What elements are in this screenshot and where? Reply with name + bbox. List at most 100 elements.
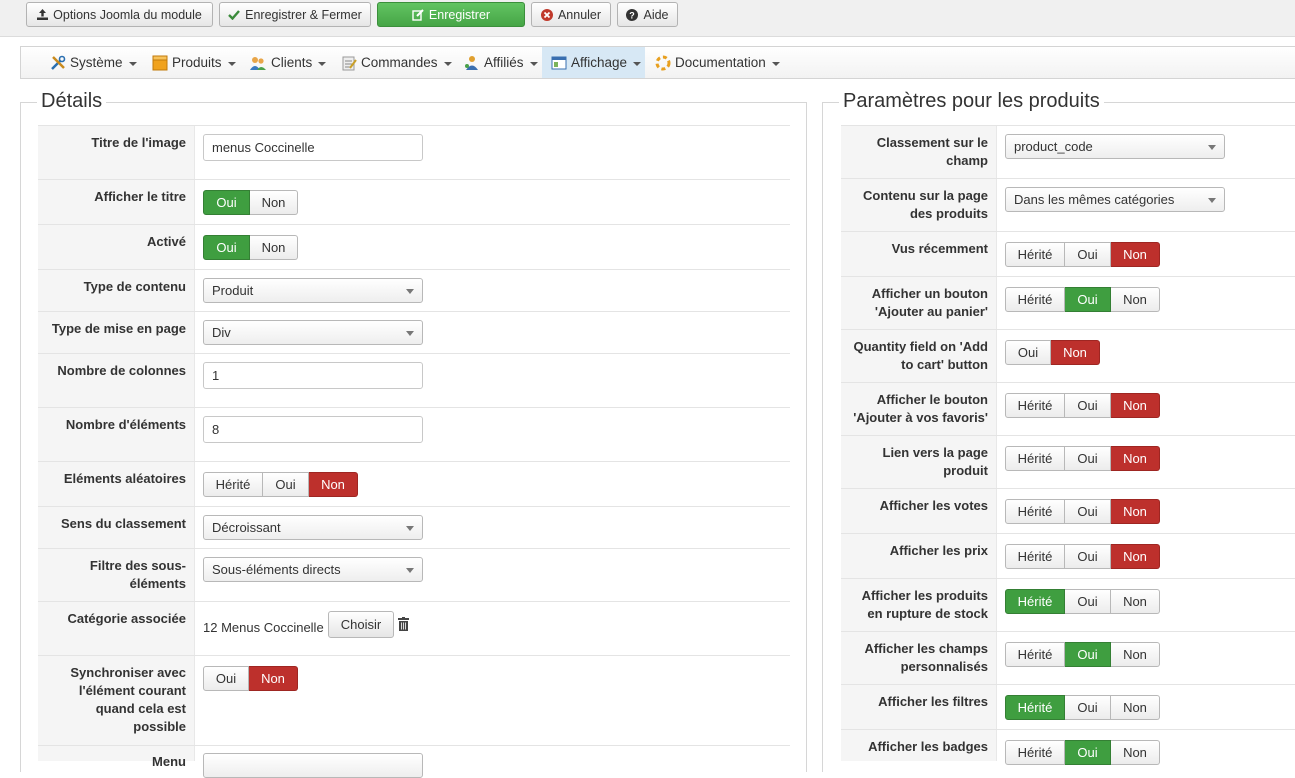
add-cart-yes[interactable]: Oui — [1065, 287, 1111, 312]
category-value: 12 Menus Coccinelle — [203, 620, 324, 635]
choose-button[interactable]: Choisir — [328, 611, 394, 638]
edit-icon — [412, 8, 424, 21]
category-label: Catégorie associée — [38, 602, 195, 655]
content-page-label: Contenu sur la page des produits — [841, 179, 997, 231]
recent-yes[interactable]: Oui — [1065, 242, 1111, 267]
chevron-down-icon — [443, 61, 452, 66]
filters-no[interactable]: Non — [1111, 695, 1160, 720]
add-cart-label: Afficher un bouton 'Ajouter au panier' — [841, 277, 997, 329]
filters-label: Afficher les filtres — [841, 685, 997, 729]
random-inherit[interactable]: Hérité — [203, 472, 263, 497]
chevron-down-icon — [227, 61, 236, 66]
elements-input[interactable]: 8 — [203, 416, 423, 443]
menu-clients[interactable]: Clients — [249, 47, 327, 78]
product-link-no[interactable]: Non — [1111, 446, 1160, 471]
active-no[interactable]: Non — [250, 235, 298, 260]
options-button[interactable]: Options Joomla du module — [26, 2, 213, 27]
order-direction-value: Décroissant — [212, 520, 281, 535]
votes-inherit[interactable]: Hérité — [1005, 499, 1065, 524]
show-title-yes[interactable]: Oui — [203, 190, 250, 215]
add-cart-no[interactable]: Non — [1111, 287, 1160, 312]
qty-yes[interactable]: Oui — [1005, 340, 1051, 365]
menu-select[interactable] — [203, 753, 423, 778]
random-yes[interactable]: Oui — [263, 472, 309, 497]
subfilter-label: Filtre des sous-éléments — [38, 549, 195, 601]
menu-products[interactable]: Produits — [152, 47, 236, 78]
content-page-value: Dans les mêmes catégories — [1014, 192, 1175, 207]
wishlist-inherit[interactable]: Hérité — [1005, 393, 1065, 418]
recent-inherit[interactable]: Hérité — [1005, 242, 1065, 267]
menu-orders[interactable]: Commandes — [341, 47, 452, 78]
show-title-toggle: Oui Non — [203, 190, 298, 215]
out-of-stock-no[interactable]: Non — [1111, 589, 1160, 614]
layout-type-select[interactable]: Div — [203, 320, 423, 345]
prices-no[interactable]: Non — [1111, 544, 1160, 569]
menu-label: Menu — [38, 746, 195, 769]
menu-affiliates[interactable]: Affiliés — [464, 47, 538, 78]
help-lifebuoy-icon — [655, 55, 671, 71]
badges-inherit[interactable]: Hérité — [1005, 740, 1065, 765]
row-show-title: Afficher le titre — [38, 179, 790, 224]
prices-inherit[interactable]: Hérité — [1005, 544, 1065, 569]
save-close-button[interactable]: Enregistrer & Fermer — [219, 2, 371, 27]
trash-icon[interactable] — [398, 617, 409, 631]
menu-orders-label: Commandes — [361, 55, 438, 70]
votes-no[interactable]: Non — [1111, 499, 1160, 524]
show-title-no[interactable]: Non — [250, 190, 298, 215]
cancel-button[interactable]: Annuler — [531, 2, 611, 27]
recent-no[interactable]: Non — [1111, 242, 1160, 267]
order-direction-select[interactable]: Décroissant — [203, 515, 423, 540]
subfilter-select[interactable]: Sous-éléments directs — [203, 557, 423, 582]
content-page-select[interactable]: Dans les mêmes catégories — [1005, 187, 1225, 212]
row-sync: Synchroniser avec l'élément courant quan… — [38, 655, 790, 745]
order-direction-label: Sens du classement — [38, 507, 195, 548]
badges-yes[interactable]: Oui — [1065, 740, 1111, 765]
wishlist-yes[interactable]: Oui — [1065, 393, 1111, 418]
votes-yes[interactable]: Oui — [1065, 499, 1111, 524]
out-of-stock-inherit[interactable]: Hérité — [1005, 589, 1065, 614]
help-button[interactable]: ? Aide — [617, 2, 678, 27]
random-toggle: Hérité Oui Non — [203, 472, 358, 497]
sync-yes[interactable]: Oui — [203, 666, 249, 691]
image-title-label: Titre de l'image — [38, 126, 195, 179]
filters-yes[interactable]: Oui — [1065, 695, 1111, 720]
dropdown-arrow-icon — [1208, 198, 1216, 203]
out-of-stock-yes[interactable]: Oui — [1065, 589, 1111, 614]
wishlist-no[interactable]: Non — [1111, 393, 1160, 418]
chevron-down-icon — [318, 61, 327, 66]
cancel-label: Annuler — [557, 7, 602, 22]
columns-input[interactable]: 1 — [203, 362, 423, 389]
prices-yes[interactable]: Oui — [1065, 544, 1111, 569]
sync-no[interactable]: Non — [249, 666, 298, 691]
qty-label: Quantity field on 'Add to cart' button — [841, 330, 997, 382]
toolbar: Options Joomla du module Enregistrer & F… — [0, 0, 1295, 37]
options-label: Options Joomla du module — [53, 7, 202, 22]
random-no[interactable]: Non — [309, 472, 358, 497]
dropdown-arrow-icon — [406, 568, 414, 573]
custom-fields-yes[interactable]: Oui — [1065, 642, 1111, 667]
custom-fields-inherit[interactable]: Hérité — [1005, 642, 1065, 667]
filters-inherit[interactable]: Hérité — [1005, 695, 1065, 720]
dropdown-arrow-icon — [406, 526, 414, 531]
content-type-select[interactable]: Produit — [203, 278, 423, 303]
image-title-input[interactable]: menus Coccinelle — [203, 134, 423, 161]
sync-toggle: Oui Non — [203, 666, 298, 691]
menu-display-label: Affichage — [571, 55, 628, 70]
show-title-label: Afficher le titre — [38, 180, 195, 224]
qty-no[interactable]: Non — [1051, 340, 1100, 365]
menu-system[interactable]: Système — [50, 47, 137, 78]
menu-display[interactable]: Affichage — [542, 47, 645, 78]
badges-no[interactable]: Non — [1111, 740, 1160, 765]
dropdown-arrow-icon — [406, 331, 414, 336]
filters-toggle: Hérité Oui Non — [1005, 695, 1160, 720]
menu-system-label: Système — [70, 55, 123, 70]
sort-field-select[interactable]: product_code — [1005, 134, 1225, 159]
upload-icon — [37, 9, 49, 20]
menu-documentation[interactable]: Documentation — [655, 47, 780, 78]
product-link-yes[interactable]: Oui — [1065, 446, 1111, 471]
product-link-inherit[interactable]: Hérité — [1005, 446, 1065, 471]
add-cart-inherit[interactable]: Hérité — [1005, 287, 1065, 312]
custom-fields-no[interactable]: Non — [1111, 642, 1160, 667]
active-yes[interactable]: Oui — [203, 235, 250, 260]
save-button[interactable]: Enregistrer — [377, 2, 525, 27]
